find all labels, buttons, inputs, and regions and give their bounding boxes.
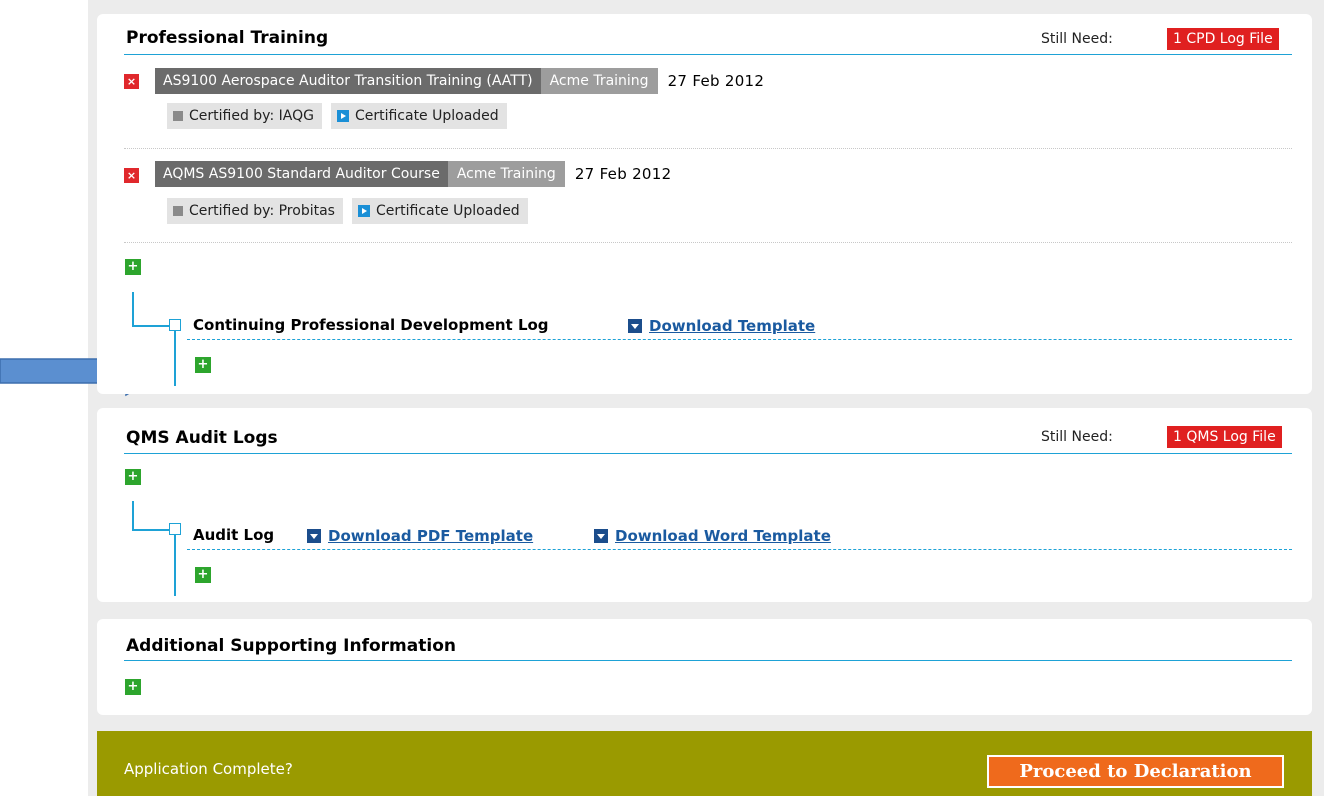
square-icon: [173, 111, 183, 121]
download-icon: [594, 529, 608, 543]
cpd-log-title: Continuing Professional Development Log: [193, 316, 549, 334]
training-date: 27 Feb 2012: [564, 165, 682, 183]
entry-meta: Certified by: Probitas Certificate Uploa…: [167, 198, 537, 224]
dashed-divider: [187, 549, 1292, 550]
training-entry: AQMS AS9100 Standard Auditor Course Acme…: [155, 161, 682, 187]
certified-by-text: Certified by: Probitas: [189, 203, 335, 219]
remove-entry-button[interactable]: ×: [124, 168, 139, 183]
add-audit-log-button[interactable]: +: [195, 567, 211, 583]
add-cpd-log-button[interactable]: +: [195, 357, 211, 373]
audit-log-title: Audit Log: [193, 526, 275, 544]
tree-connector: [132, 325, 170, 327]
certificate-status-text: Certificate Uploaded: [375, 203, 520, 219]
tree-connector: [132, 292, 134, 327]
still-need-label: Still Need:: [1041, 31, 1113, 47]
need-badge: 1 CPD Log File: [1167, 28, 1279, 50]
tree-connector: [174, 330, 176, 386]
play-icon: [357, 205, 370, 217]
application-complete-label: Application Complete?: [124, 760, 293, 778]
qms-audit-logs-panel: QMS Audit Logs Still Need: 1 QMS Log Fil…: [97, 408, 1312, 602]
download-icon: [307, 529, 321, 543]
remove-entry-button[interactable]: ×: [124, 74, 139, 89]
certificate-status[interactable]: Certificate Uploaded: [330, 103, 507, 129]
certified-by-text: Certified by: IAQG: [189, 108, 314, 124]
add-info-button[interactable]: +: [125, 679, 141, 695]
certified-by: Certified by: Probitas: [167, 198, 343, 224]
panel-title: QMS Audit Logs: [126, 428, 278, 448]
course-name: AQMS AS9100 Standard Auditor Course: [155, 161, 448, 187]
tree-connector: [132, 529, 170, 531]
entry-separator: [124, 148, 1292, 149]
certified-by: Certified by: IAQG: [167, 103, 322, 129]
training-date: 27 Feb 2012: [657, 72, 775, 90]
tree-connector: [132, 501, 134, 531]
add-audit-button[interactable]: +: [125, 469, 141, 485]
training-provider: Acme Training: [540, 68, 658, 94]
training-entry: AS9100 Aerospace Auditor Transition Trai…: [155, 68, 775, 94]
download-icon: [628, 319, 642, 333]
additional-info-panel: Additional Supporting Information +: [97, 619, 1312, 715]
download-pdf-template[interactable]: Download PDF Template: [307, 527, 533, 545]
certificate-status-text: Certificate Uploaded: [354, 108, 499, 124]
download-word-template[interactable]: Download Word Template: [594, 527, 831, 545]
tree-connector: [174, 534, 176, 596]
download-template-link[interactable]: Download Template: [649, 317, 815, 335]
download-template[interactable]: Download Template: [628, 317, 815, 335]
add-training-button[interactable]: +: [125, 259, 141, 275]
training-provider: Acme Training: [447, 161, 565, 187]
panel-divider: [124, 453, 1292, 454]
play-icon: [336, 110, 349, 122]
download-pdf-link[interactable]: Download PDF Template: [328, 527, 533, 545]
download-word-link[interactable]: Download Word Template: [615, 527, 831, 545]
panel-title: Additional Supporting Information: [126, 636, 456, 656]
dashed-divider: [187, 339, 1292, 340]
entry-separator: [124, 242, 1292, 243]
course-name: AS9100 Aerospace Auditor Transition Trai…: [155, 68, 541, 94]
need-badge: 1 QMS Log File: [1167, 426, 1282, 448]
application-footer: Application Complete? Proceed to Declara…: [97, 731, 1312, 796]
panel-title: Professional Training: [126, 28, 329, 48]
panel-divider: [124, 54, 1292, 55]
certificate-status[interactable]: Certificate Uploaded: [351, 198, 528, 224]
still-need-label: Still Need:: [1041, 429, 1113, 445]
square-icon: [173, 206, 183, 216]
panel-divider: [124, 660, 1292, 661]
professional-training-panel: Professional Training Still Need: 1 CPD …: [97, 14, 1312, 394]
proceed-button[interactable]: Proceed to Declaration: [987, 755, 1284, 788]
entry-meta: Certified by: IAQG Certificate Uploaded: [167, 103, 516, 129]
